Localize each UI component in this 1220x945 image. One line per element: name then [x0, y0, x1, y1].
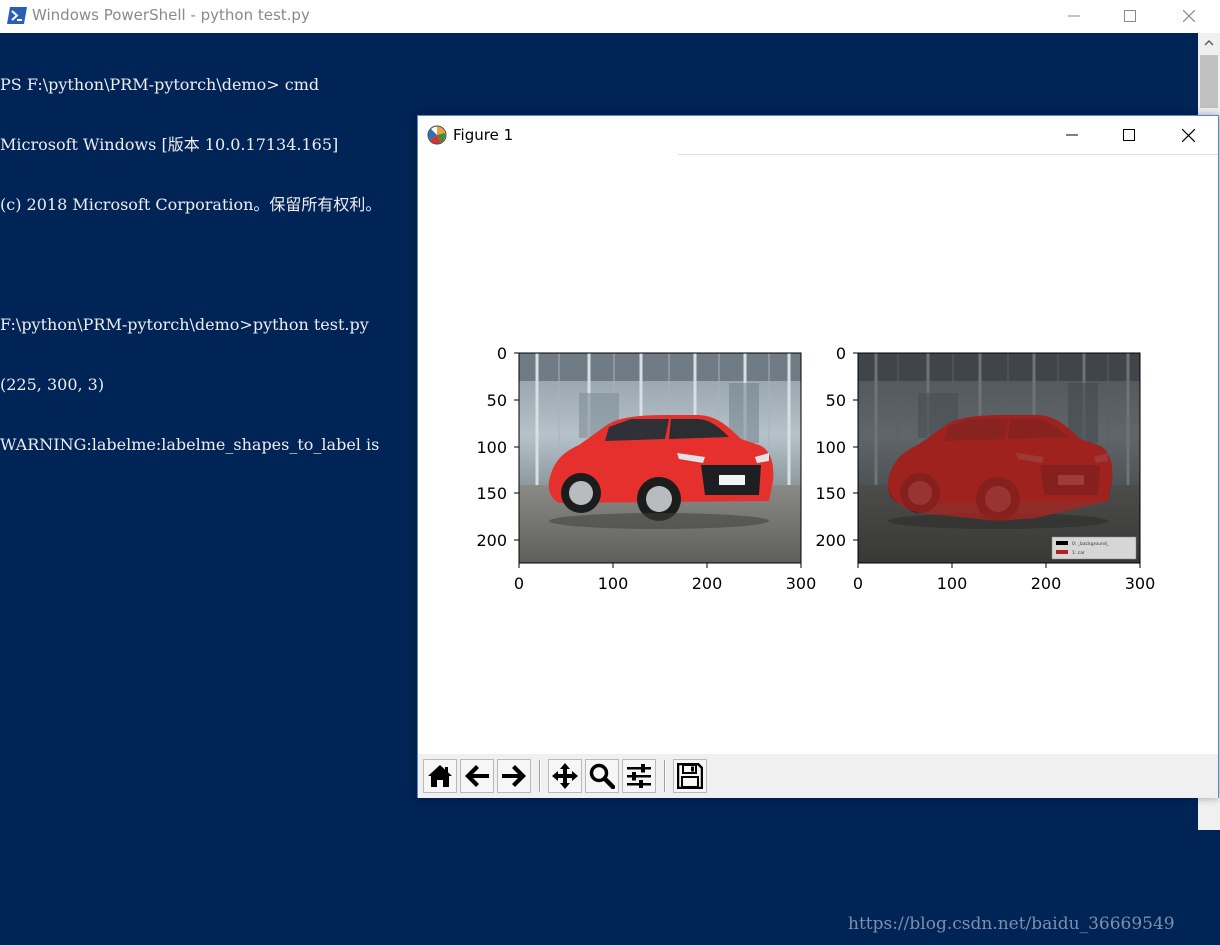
- close-icon: [1183, 10, 1195, 22]
- powershell-title: Windows PowerShell - python test.py: [32, 6, 310, 24]
- ps-minimize-button[interactable]: [1045, 0, 1103, 32]
- y-tick-marks: [853, 352, 858, 541]
- figure-titlebar[interactable]: Figure 1: [418, 116, 1218, 154]
- y-tick-marks: [514, 352, 519, 541]
- figure-title: Figure 1: [453, 126, 514, 144]
- fig-close-button[interactable]: [1159, 119, 1217, 151]
- fig-minimize-button[interactable]: [1043, 119, 1101, 151]
- y-tick-label: 50: [487, 391, 507, 410]
- legend-label-car: 1: car: [1072, 550, 1085, 556]
- y-tick-label: 150: [476, 484, 507, 503]
- maximize-icon: [1123, 129, 1135, 141]
- close-icon: [1181, 128, 1195, 142]
- configure-subplots-button[interactable]: [622, 759, 656, 793]
- blog-watermark: https://blog.csdn.net/baidu_36669549: [848, 914, 1175, 934]
- powershell-icon: [7, 7, 27, 24]
- arrow-right-icon: [502, 765, 526, 787]
- zoom-button[interactable]: [585, 759, 619, 793]
- home-icon: [428, 765, 452, 787]
- x-tick-label: 100: [937, 574, 968, 593]
- toolbar-separator: [539, 760, 541, 792]
- x-tick-marks: [518, 563, 802, 568]
- move-icon: [552, 763, 578, 789]
- pan-button[interactable]: [548, 759, 582, 793]
- x-tick-label: 200: [1031, 574, 1062, 593]
- x-tick-label: 300: [786, 574, 817, 593]
- x-tick-label: 0: [853, 574, 863, 593]
- subplot-label-overlay[interactable]: 0: _background_ 1: car 0 50 100 150 200 …: [815, 344, 1155, 593]
- save-button[interactable]: [673, 759, 707, 793]
- y-tick-label: 200: [476, 531, 507, 550]
- y-tick-label: 50: [826, 391, 846, 410]
- navigation-toolbar: [418, 754, 1218, 798]
- figure-canvas[interactable]: 0 50 100 150 200 0 100 200 300 0: _backg…: [418, 155, 1218, 754]
- home-button[interactable]: [423, 759, 457, 793]
- x-tick-label: 200: [692, 574, 723, 593]
- matplotlib-icon: [427, 125, 447, 145]
- legend-label-background: 0: _background_: [1072, 541, 1110, 547]
- subplot-original-image[interactable]: 0 50 100 150 200 0 100 200 300: [476, 344, 816, 593]
- y-tick-label: 0: [836, 344, 846, 363]
- ps-maximize-button[interactable]: [1101, 0, 1159, 32]
- overlay-legend: 0: _background_ 1: car: [1051, 536, 1137, 560]
- x-tick-label: 0: [514, 574, 524, 593]
- car-photo: [517, 351, 803, 565]
- y-tick-label: 200: [815, 531, 846, 550]
- minimize-icon: [1068, 15, 1080, 17]
- magnifier-icon: [589, 763, 615, 789]
- x-tick-label: 100: [598, 574, 629, 593]
- console-line: PS F:\python\PRM-pytorch\demo> cmd: [0, 75, 320, 94]
- y-tick-label: 100: [476, 438, 507, 457]
- powershell-titlebar[interactable]: Windows PowerShell - python test.py: [0, 0, 1220, 33]
- fig-maximize-button[interactable]: [1100, 119, 1158, 151]
- sliders-icon: [627, 764, 651, 788]
- x-tick-label: 300: [1125, 574, 1156, 593]
- floppy-disk-icon: [677, 763, 703, 789]
- back-button[interactable]: [460, 759, 494, 793]
- scroll-up-arrow[interactable]: [1198, 33, 1220, 53]
- y-tick-label: 100: [815, 438, 846, 457]
- scrollbar-gap: [1198, 830, 1220, 945]
- x-tick-marks: [857, 563, 1141, 568]
- forward-button[interactable]: [497, 759, 531, 793]
- y-tick-label: 0: [497, 344, 507, 363]
- chevron-up-icon: [1204, 40, 1214, 46]
- maximize-icon: [1124, 10, 1136, 22]
- arrow-left-icon: [465, 765, 489, 787]
- subplots-svg: 0 50 100 150 200 0 100 200 300 0: _backg…: [476, 344, 1155, 593]
- toolbar-separator: [664, 760, 666, 792]
- y-tick-label: 150: [815, 484, 846, 503]
- scrollbar-thumb[interactable]: [1200, 55, 1218, 108]
- minimize-icon: [1066, 134, 1078, 136]
- ps-close-button[interactable]: [1160, 0, 1218, 32]
- figure-window: Figure 1 0 50 100 150 200 0 100 200 300 …: [417, 115, 1219, 798]
